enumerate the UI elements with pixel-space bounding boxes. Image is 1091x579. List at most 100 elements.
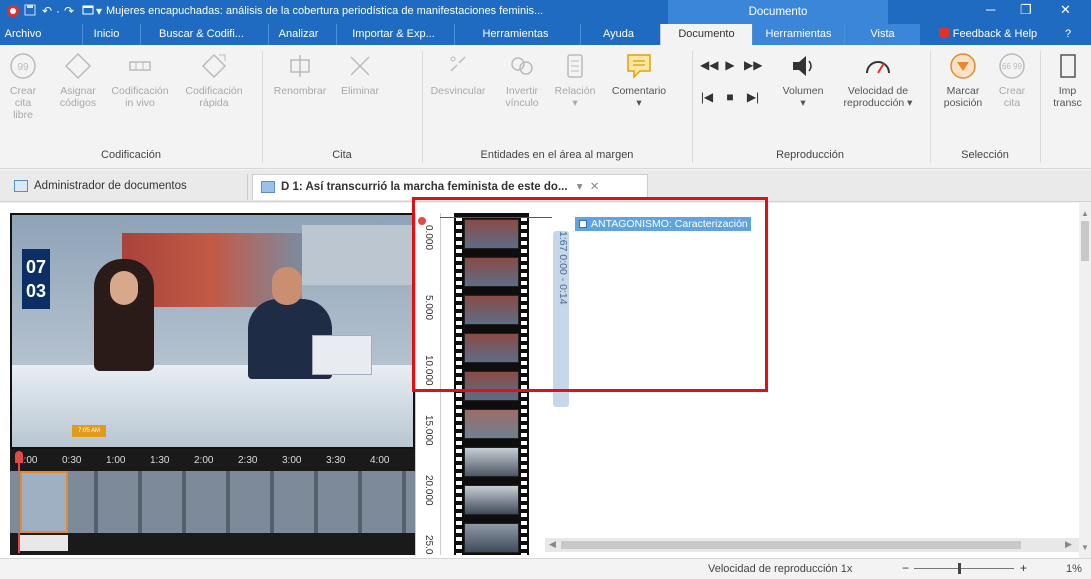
vertical-scrollbar[interactable]: ▲ ▼: [1079, 203, 1091, 558]
timeline-label: 2:00: [194, 455, 214, 466]
feedback-label: Feedback & Help: [952, 28, 1038, 40]
ruler-label: 25.0: [423, 535, 434, 555]
presenter-man-face: [272, 267, 302, 305]
relacion-button[interactable]: Relación ▾: [550, 51, 600, 109]
zoom-slider-track[interactable]: [914, 568, 1014, 569]
delete-icon: [350, 56, 370, 76]
volumen-button[interactable]: Volumen ▾: [778, 51, 828, 109]
date-month: 03: [25, 281, 47, 301]
horizontal-scrollbar[interactable]: ◀ ▶: [545, 538, 1079, 552]
title-bar: ↶ · ↷ ▾ Mujeres encapuchadas: análisis d…: [0, 0, 1091, 24]
tab-close-icon[interactable]: ✕: [590, 181, 600, 193]
clock-graphic: 7:05 AM: [72, 425, 106, 437]
importar-transcripcion-button[interactable]: Imp transc: [1044, 51, 1091, 109]
close-button[interactable]: ✕: [1060, 2, 1071, 18]
unlink-icon: [450, 56, 466, 72]
tab-herramientas-contextual[interactable]: Herramientas: [752, 24, 844, 45]
comentario-button[interactable]: Comentario ▾: [608, 51, 670, 109]
label-line2: transc: [1053, 97, 1082, 109]
invert-link-icon: [511, 57, 533, 75]
undo-icon[interactable]: ↶: [42, 4, 52, 18]
codificacion-rapida-button[interactable]: Codificación rápida: [176, 51, 252, 109]
label-line2: cita: [1003, 97, 1021, 109]
tab-analizar[interactable]: Analizar: [268, 24, 328, 45]
playhead-icon[interactable]: [15, 451, 23, 463]
skip-start-button[interactable]: |◀: [700, 91, 714, 103]
desvincular-button[interactable]: Desvincular: [426, 51, 490, 97]
zoom-out-button[interactable]: −: [902, 561, 909, 575]
label-line2: in vivo: [125, 97, 155, 109]
feedback-help-link[interactable]: Feedback & Help: [928, 24, 1048, 45]
label-line1: Crear: [998, 85, 1026, 97]
zoom-slider-thumb[interactable]: [958, 563, 961, 574]
tab-document-manager[interactable]: Administrador de documentos: [6, 174, 248, 200]
minimize-button[interactable]: ─: [986, 2, 995, 17]
crear-cita-button[interactable]: 66 99 Crear cita: [992, 51, 1032, 109]
video-frame[interactable]: 07 03 7:05 AM: [12, 215, 413, 447]
film-frame[interactable]: [464, 523, 519, 553]
label-line1: Codificación: [111, 85, 169, 97]
play-button[interactable]: ▶: [724, 59, 736, 71]
crear-cita-libre-button[interactable]: 99 Crear cita libre: [2, 51, 44, 121]
label-line2: reproducción: [843, 97, 905, 109]
dropdown-arrow-icon[interactable]: ·: [56, 4, 60, 18]
scroll-up-icon[interactable]: ▲: [1081, 209, 1089, 218]
tab-buscar[interactable]: Buscar & Codifi...: [140, 24, 262, 45]
label-line2: códigos: [59, 97, 97, 109]
codificacion-in-vivo-button[interactable]: Codificación in vivo: [104, 51, 176, 109]
timeline-selection[interactable]: [20, 471, 68, 533]
help-button[interactable]: ?: [1058, 24, 1078, 45]
window-title: Mujeres encapuchadas: análisis de la cob…: [106, 5, 544, 17]
marcar-posicion-button[interactable]: Marcar posición: [940, 51, 986, 109]
quote-icon: 99: [10, 53, 36, 79]
tab-pin-icon[interactable]: ▾: [577, 181, 583, 193]
date-graphic: 07 03: [22, 249, 50, 309]
label-line2: rápida: [199, 97, 229, 109]
customize-quick-access-icon[interactable]: ▾: [96, 4, 102, 18]
group-label-seleccion: Selección: [961, 149, 1009, 161]
film-frame[interactable]: [464, 447, 519, 477]
tab-documento[interactable]: Documento: [660, 24, 752, 45]
velocidad-reproduccion-button[interactable]: Velocidad de reproducción ▾: [834, 51, 922, 109]
tab-ayuda[interactable]: Ayuda: [580, 24, 656, 45]
scroll-right-icon[interactable]: ▶: [1065, 539, 1072, 550]
skip-start-icon: |◀: [700, 90, 714, 104]
zoom-in-button[interactable]: +: [1020, 561, 1027, 575]
restore-button[interactable]: ❐: [1020, 2, 1032, 18]
save-icon[interactable]: [24, 4, 36, 19]
timeline-label: 1:30: [150, 455, 170, 466]
skip-end-button[interactable]: ▶|: [746, 91, 760, 103]
asignar-codigos-button[interactable]: Asignar códigos: [52, 51, 104, 109]
video-timeline[interactable]: 0:00 0:30 1:00 1:30 2:00 2:30 3:00 3:30 …: [10, 449, 415, 555]
fast-forward-button[interactable]: ▶▶: [744, 59, 762, 71]
rewind-button[interactable]: ◀◀: [700, 59, 718, 71]
group-label-reproduccion: Reproducción: [776, 149, 844, 161]
scroll-down-icon[interactable]: ▼: [1081, 543, 1089, 552]
label-line2: vínculo: [505, 97, 539, 109]
redo-icon[interactable]: ↷: [64, 4, 74, 18]
video-document-icon: [261, 181, 275, 193]
scroll-thumb[interactable]: [561, 541, 1021, 549]
eliminar-button[interactable]: Eliminar: [334, 51, 386, 97]
ribbon: 99 Crear cita libre Asignar códigos Codifi…: [0, 45, 1091, 169]
tab-herramientas[interactable]: Herramientas: [454, 24, 576, 45]
label: Eliminar: [341, 85, 379, 97]
label-line1: Imp: [1058, 85, 1077, 97]
speed-status-label: Velocidad de reproducción 1x: [708, 563, 853, 575]
zoom-level: 1%: [1066, 563, 1082, 575]
film-frame[interactable]: [464, 409, 519, 439]
window-menu-icon[interactable]: [82, 4, 94, 19]
scroll-left-icon[interactable]: ◀: [549, 539, 556, 550]
timeline-label: 4:00: [370, 455, 390, 466]
tab-importar[interactable]: Importar & Exp...: [336, 24, 450, 45]
label-line1: Marcar: [946, 85, 980, 97]
tab-label: D 1: Así transcurrió la marcha feminista…: [281, 181, 568, 193]
tab-vista[interactable]: Vista: [844, 24, 920, 45]
tab-inicio[interactable]: Inicio: [82, 24, 130, 45]
tab-archivo[interactable]: Archivo: [0, 24, 46, 45]
scroll-thumb[interactable]: [1081, 221, 1089, 261]
film-frame[interactable]: [464, 485, 519, 515]
invertir-vinculo-button[interactable]: Invertir vínculo: [500, 51, 544, 109]
stop-button[interactable]: ■: [724, 91, 736, 103]
renombrar-button[interactable]: Renombrar: [268, 51, 332, 97]
